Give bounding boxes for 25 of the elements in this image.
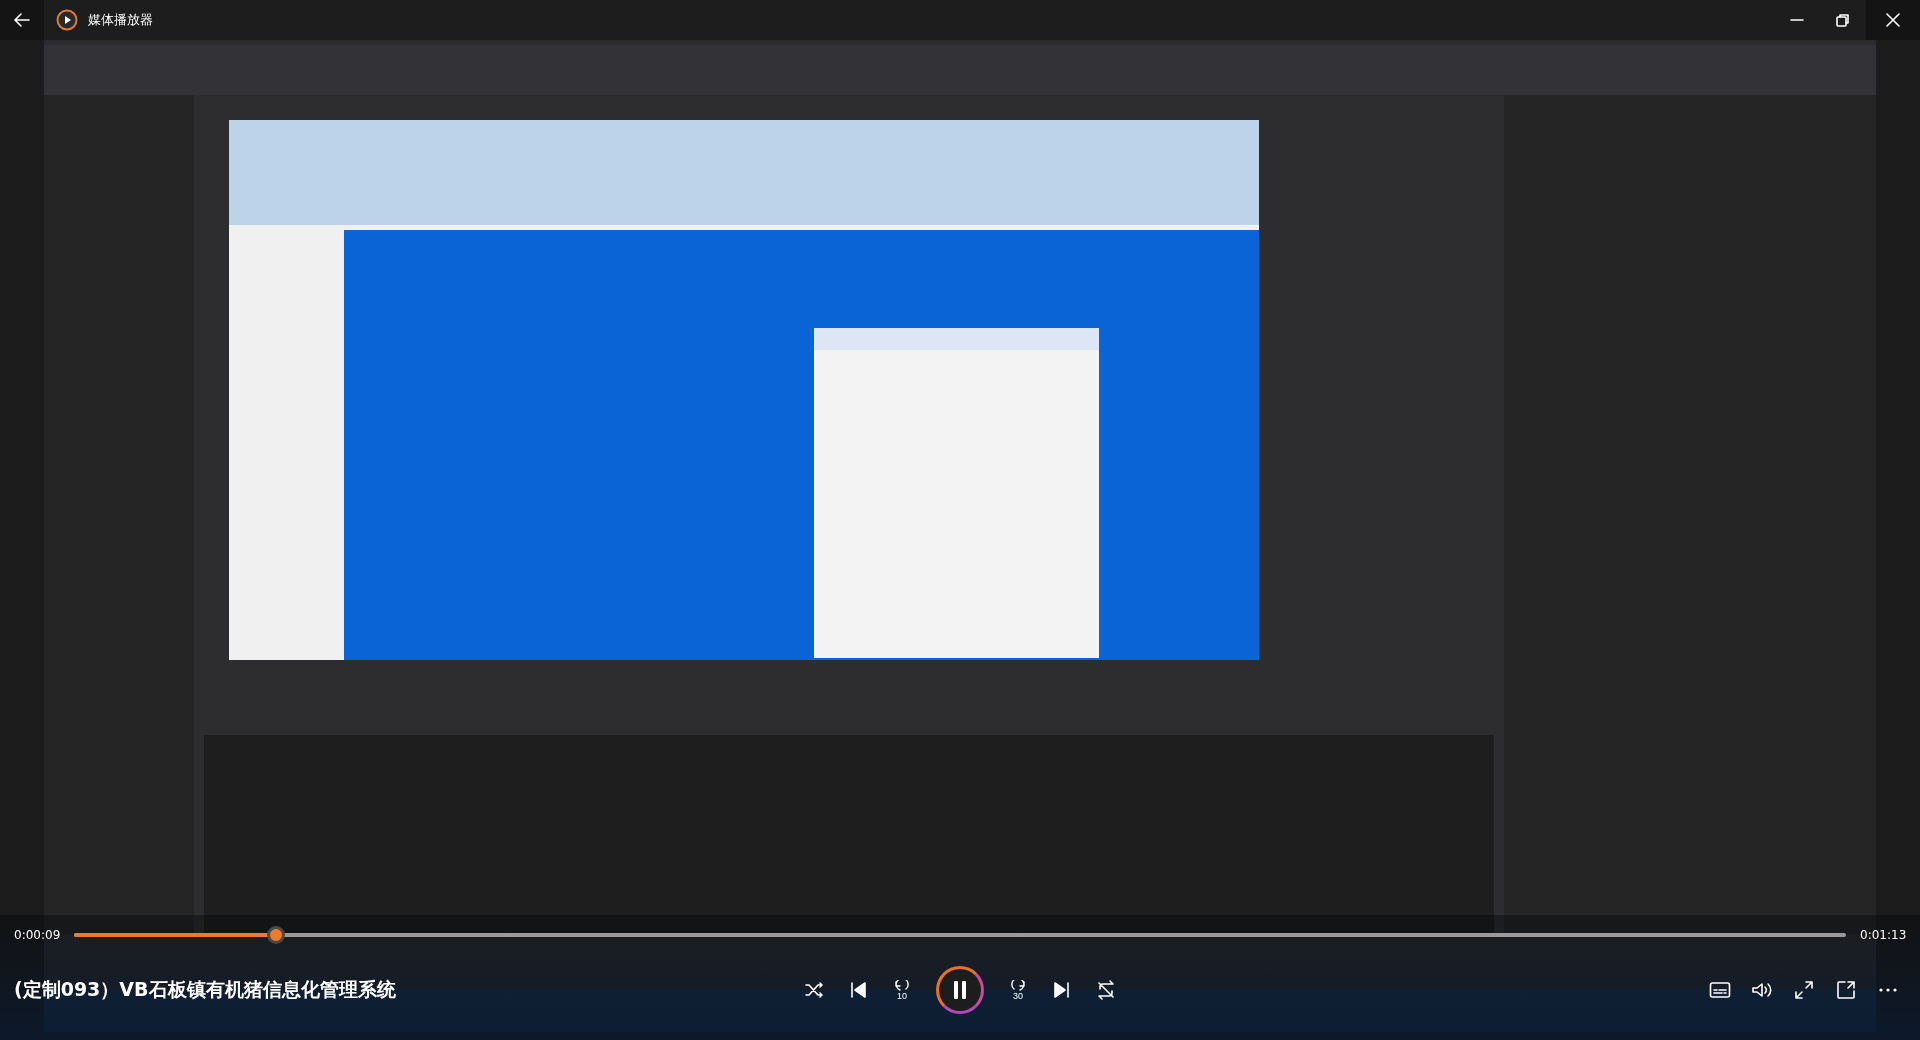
- seek-bar[interactable]: [74, 926, 1846, 944]
- previous-icon: [848, 980, 868, 1000]
- elapsed-time: 0:00:09: [14, 928, 60, 942]
- skip-back-button[interactable]: 10: [884, 972, 920, 1008]
- app-logo-icon: [56, 9, 78, 31]
- close-icon: [1886, 13, 1900, 27]
- close-button[interactable]: [1866, 0, 1920, 40]
- next-icon: [1052, 980, 1072, 1000]
- captions-icon: [1709, 981, 1731, 999]
- total-duration: 0:01:13: [1860, 928, 1906, 942]
- mini-player-icon: [1836, 980, 1856, 1000]
- more-icon: [1879, 988, 1897, 992]
- back-arrow-icon: [13, 11, 31, 29]
- skip-forward-button[interactable]: 30: [1000, 972, 1036, 1008]
- repeat-off-icon: [1096, 980, 1116, 1000]
- forward-arrow-icon: [1008, 979, 1028, 992]
- volume-icon: [1751, 981, 1773, 999]
- rewind-arrow-icon: [892, 979, 912, 992]
- shuffle-icon: [804, 980, 824, 1000]
- back-button[interactable]: [0, 0, 44, 40]
- window-title: 媒体播放器: [88, 11, 153, 29]
- media-title: (定制093）VB石板镇有机猪信息化管理系统: [14, 977, 396, 1002]
- pause-icon: [952, 980, 968, 1000]
- restore-icon: [1836, 13, 1850, 27]
- fullscreen-icon: [1794, 980, 1814, 1000]
